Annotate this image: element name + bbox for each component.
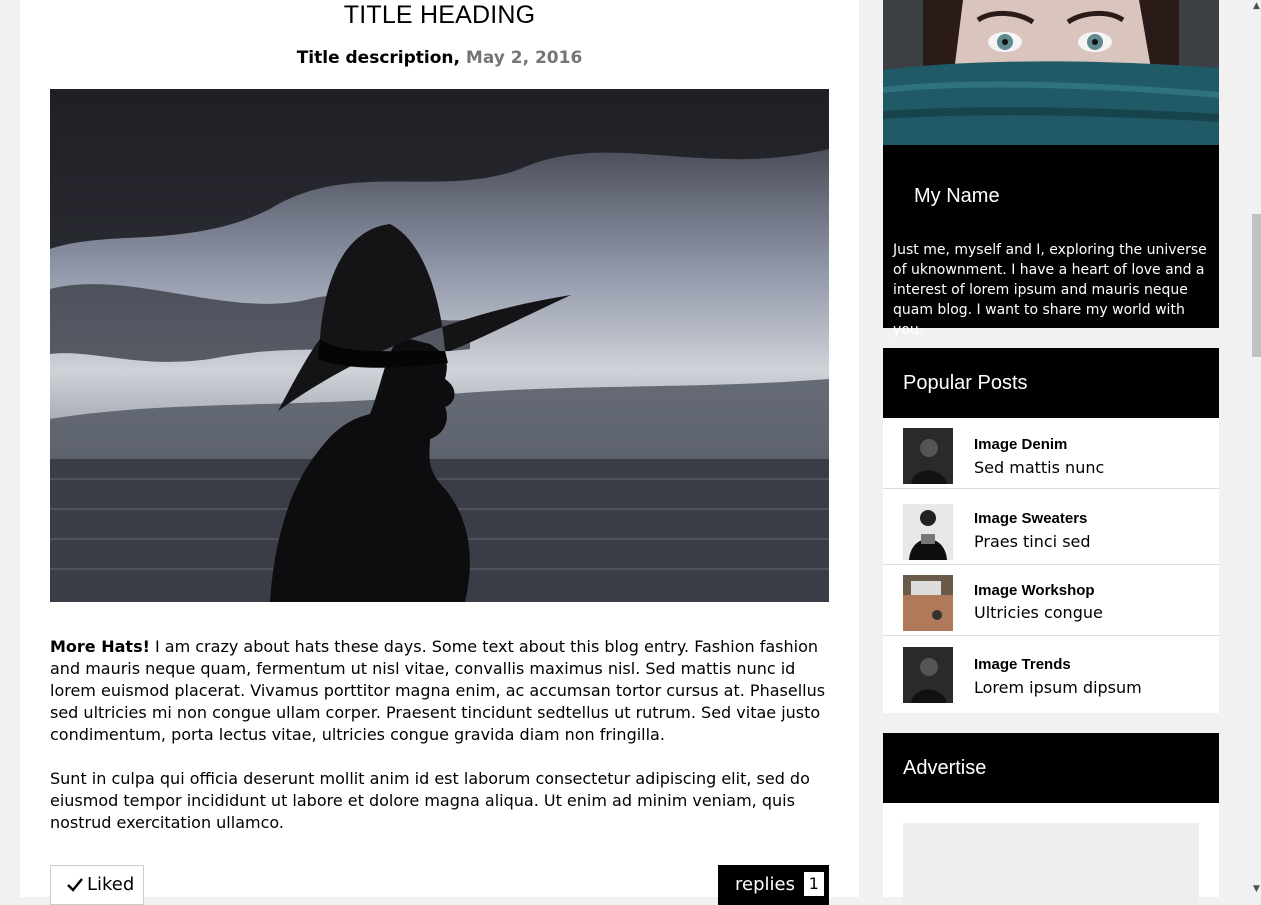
popular-post-subtitle: Lorem ipsum dipsum: [974, 678, 1142, 697]
check-icon: [67, 874, 87, 895]
post-paragraph-2: Sunt in culpa qui officia deserunt molli…: [50, 769, 810, 832]
popular-post-thumbnail: [903, 575, 953, 631]
post-hero-image: [50, 89, 829, 602]
popular-posts-heading: Popular Posts: [883, 348, 1219, 418]
replies-count-badge: 1: [803, 872, 824, 896]
post-lead: More Hats!: [50, 637, 150, 656]
popular-post-thumbnail: [903, 504, 953, 560]
blog-post-card: TITLE HEADING Title description, May 2, …: [20, 0, 859, 905]
replies-button[interactable]: replies 1: [718, 865, 829, 905]
scroll-down-arrow-icon[interactable]: ▼: [1252, 883, 1261, 895]
popular-post-thumbnail: [903, 428, 953, 484]
post-title: TITLE HEADING: [343, 1, 536, 29]
profile-photo: [883, 0, 1219, 145]
post-body: More Hats! I am crazy about hats these d…: [50, 636, 832, 856]
post-paragraph-1-text: I am crazy about hats these days. Some t…: [50, 637, 826, 744]
popular-post-title: Image Sweaters: [974, 510, 1088, 527]
profile-card: My Name Just me, myself and I, exploring…: [883, 145, 1219, 338]
post-description: Title description,: [296, 48, 460, 68]
popular-post-item[interactable]: Image Denim Sed mattis nunc: [883, 418, 1219, 489]
popular-post-subtitle: Praes tinci sed: [974, 532, 1091, 551]
post-date: May 2, 2016: [465, 48, 583, 68]
popular-post-title: Image Denim: [974, 436, 1068, 453]
advertise-panel: [883, 803, 1219, 903]
liked-button[interactable]: Liked: [50, 865, 144, 905]
popular-post-item[interactable]: Image Sweaters Praes tinci sed: [883, 494, 1219, 565]
liked-label: Liked: [87, 874, 135, 895]
popular-post-title: Image Trends: [974, 656, 1071, 673]
popular-post-thumbnail: [903, 647, 953, 703]
scrollbar-track[interactable]: [1251, 0, 1261, 897]
scrollbar-thumb[interactable]: [1252, 214, 1261, 357]
popular-post-item[interactable]: Image Workshop Ultricies congue: [883, 565, 1219, 636]
post-paragraph-1: More Hats! I am crazy about hats these d…: [50, 636, 832, 746]
replies-label: replies: [735, 874, 795, 895]
popular-post-title: Image Workshop: [974, 582, 1095, 599]
profile-name: My Name: [914, 185, 1000, 207]
post-subtitle: Title description, May 2, 2016: [20, 46, 859, 70]
popular-post-subtitle: Sed mattis nunc: [974, 458, 1105, 477]
scroll-up-arrow-icon[interactable]: ▲: [1252, 0, 1261, 12]
advertise-heading: Advertise: [883, 733, 1219, 803]
popular-posts-list: Image Denim Sed mattis nunc Image Sweate…: [883, 418, 1219, 713]
profile-bio: Just me, myself and I, exploring the uni…: [893, 242, 1207, 338]
popular-post-item[interactable]: Image Trends Lorem ipsum dipsum: [883, 636, 1219, 707]
popular-post-subtitle: Ultricies congue: [974, 603, 1103, 622]
ad-placeholder[interactable]: [903, 823, 1199, 903]
